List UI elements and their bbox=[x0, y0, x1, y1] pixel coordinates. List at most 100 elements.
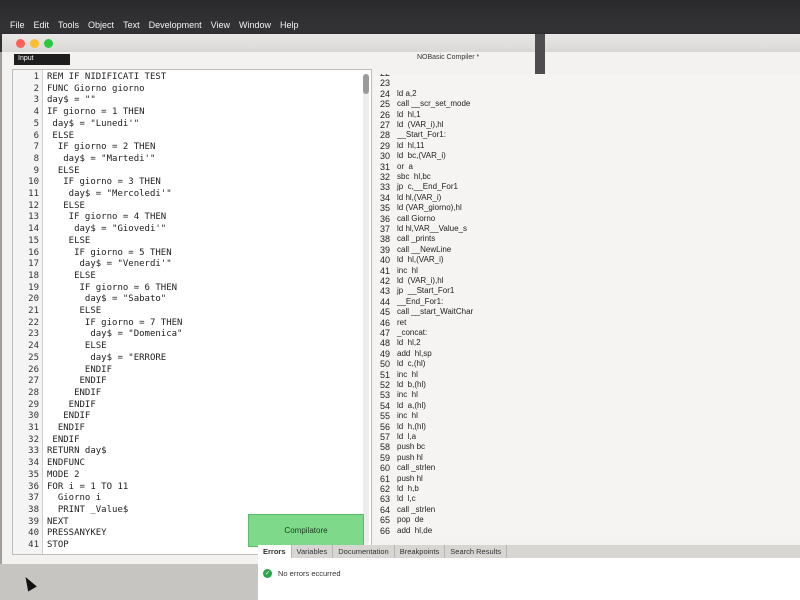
editor-line[interactable]: 30 ENDIF bbox=[13, 411, 363, 422]
output-line-number: 42 bbox=[379, 276, 390, 286]
output-line-number: 52 bbox=[379, 380, 390, 390]
output-line: 27 ld (VAR_i),hl bbox=[374, 120, 444, 131]
editor-line[interactable]: 10 IF giorno = 3 THEN bbox=[13, 177, 363, 188]
menu-item-view[interactable]: View bbox=[211, 20, 239, 30]
menu-item-text[interactable]: Text bbox=[123, 20, 149, 30]
editor-line[interactable]: 22 IF giorno = 7 THEN bbox=[13, 318, 363, 329]
editor-line[interactable]: 36 FOR i = 1 TO 11 bbox=[13, 482, 363, 493]
code-text: ELSE bbox=[47, 235, 91, 246]
editor-line[interactable]: 21 ELSE bbox=[13, 306, 363, 317]
minimize-window-button[interactable] bbox=[30, 39, 39, 48]
tab-documentation[interactable]: Documentation bbox=[333, 545, 395, 558]
editor-scroll-thumb[interactable] bbox=[363, 74, 369, 94]
line-number: 2 bbox=[33, 83, 39, 94]
editor-line[interactable]: 28 ENDIF bbox=[13, 388, 363, 399]
line-number: 21 bbox=[28, 306, 39, 316]
editor-line[interactable]: 34 ENDFUNC bbox=[13, 458, 363, 469]
output-text: inc hl bbox=[397, 411, 418, 421]
editor-line[interactable]: 37 Giorno i bbox=[13, 493, 363, 504]
output-line-number: 51 bbox=[379, 369, 390, 380]
output-line: 42 ld (VAR_i),hl bbox=[374, 276, 444, 287]
editor-line[interactable]: 26 ENDIF bbox=[13, 365, 363, 376]
output-text: ld a,2 bbox=[397, 88, 417, 98]
editor-line[interactable]: 32 ENDIF bbox=[13, 435, 363, 446]
menu-item-help[interactable]: Help bbox=[280, 20, 308, 30]
editor-line[interactable]: 24 ELSE bbox=[13, 341, 363, 352]
code-text: ELSE bbox=[47, 341, 107, 352]
editor-line[interactable]: 19 IF giorno = 6 THEN bbox=[13, 283, 363, 294]
output-line: 34 ld hl,(VAR_i) bbox=[374, 193, 441, 204]
tab-variables[interactable]: Variables bbox=[292, 545, 334, 558]
tab-search-results[interactable]: Search Results bbox=[445, 545, 508, 558]
line-number: 37 bbox=[28, 493, 39, 504]
menu-item-edit[interactable]: Edit bbox=[34, 20, 59, 30]
editor-line[interactable]: 17 day$ = "Venerdi'" bbox=[13, 259, 363, 270]
editor-line[interactable]: 25 day$ = "ERRORE bbox=[13, 353, 363, 364]
editor-line[interactable]: 3 day$ = "" bbox=[13, 95, 363, 106]
output-line-number: 23 bbox=[379, 78, 390, 89]
output-line: 43 jp __Start_For1 bbox=[374, 286, 454, 297]
output-line-number: 54 bbox=[379, 400, 390, 411]
editor-line[interactable]: 11 day$ = "Mercoledi'" bbox=[13, 189, 363, 200]
editor-line[interactable]: 6 ELSE bbox=[13, 131, 363, 142]
editor-line[interactable]: 12 ELSE bbox=[13, 201, 363, 212]
line-number: 11 bbox=[28, 189, 39, 199]
code-text: day$ = "Sabato" bbox=[47, 294, 167, 305]
editor-line[interactable]: 5 day$ = "Lunedi'" bbox=[13, 119, 363, 130]
compile-button[interactable]: Compilatore bbox=[248, 514, 364, 547]
menu-item-tools[interactable]: Tools bbox=[58, 20, 88, 30]
menu-item-window[interactable]: Window bbox=[239, 20, 280, 30]
editor-line[interactable]: 7 IF giorno = 2 THEN bbox=[13, 142, 363, 153]
output-line: 35 ld (VAR_giorno),hl bbox=[374, 203, 462, 214]
code-editor[interactable]: 1 REM IF NIDIFICATI TEST 2 FUNC Giorno gior… bbox=[12, 69, 372, 555]
output-line: 48 ld hl,2 bbox=[374, 338, 421, 349]
tab-breakpoints[interactable]: Breakpoints bbox=[395, 545, 446, 558]
editor-line[interactable]: 27 ENDIF bbox=[13, 376, 363, 387]
splitter-handle[interactable] bbox=[535, 34, 545, 78]
bottom-panel: Errors Variables Documentation Breakpoints S… bbox=[258, 545, 800, 600]
editor-line[interactable]: 8 day$ = "Martedi'" bbox=[13, 154, 363, 165]
output-text: ld h,(hl) bbox=[397, 421, 426, 431]
editor-line[interactable]: 29 ENDIF bbox=[13, 400, 363, 411]
output-line: 33 jp c,__End_For1 bbox=[374, 182, 458, 193]
close-window-button[interactable] bbox=[16, 39, 25, 48]
code-text: ENDIF bbox=[47, 434, 80, 445]
editor-line[interactable]: 15 ELSE bbox=[13, 236, 363, 247]
output-line-number: 58 bbox=[379, 442, 390, 453]
editor-line[interactable]: 33 RETURN day$ bbox=[13, 446, 363, 457]
editor-line[interactable]: 14 day$ = "Giovedi'" bbox=[13, 224, 363, 235]
editor-line[interactable]: 31 ENDIF bbox=[13, 423, 363, 434]
editor-line[interactable]: 2 FUNC Giorno giorno bbox=[13, 84, 363, 95]
code-text: IF giorno = 1 THEN bbox=[47, 107, 145, 118]
output-text: ld hl,(VAR_i) bbox=[397, 255, 444, 265]
code-text: ENDFUNC bbox=[47, 458, 85, 469]
code-text: ENDIF bbox=[47, 411, 91, 422]
editor-line[interactable]: 20 day$ = "Sabato" bbox=[13, 294, 363, 305]
menu-item-file[interactable]: File bbox=[10, 20, 34, 30]
editor-line[interactable]: 13 IF giorno = 4 THEN bbox=[13, 212, 363, 223]
menu-item-development[interactable]: Development bbox=[149, 20, 211, 30]
output-line-number: 29 bbox=[379, 140, 390, 151]
menu-item-object[interactable]: Object bbox=[88, 20, 123, 30]
line-number: 1 bbox=[33, 72, 39, 82]
output-text: __Start_For1: bbox=[397, 130, 446, 140]
line-number: 12 bbox=[28, 200, 39, 211]
output-line-number: 41 bbox=[379, 265, 390, 276]
editor-line[interactable]: 18 ELSE bbox=[13, 271, 363, 282]
editor-line[interactable]: 4 IF giorno = 1 THEN bbox=[13, 107, 363, 118]
editor-line[interactable]: 9 ELSE bbox=[13, 166, 363, 177]
output-line-number: 40 bbox=[379, 255, 390, 266]
zoom-window-button[interactable] bbox=[44, 39, 53, 48]
editor-line[interactable]: 23 day$ = "Domenica" bbox=[13, 329, 363, 340]
editor-line[interactable]: 35 MODE 2 bbox=[13, 470, 363, 481]
editor-line[interactable]: 16 IF giorno = 5 THEN bbox=[13, 248, 363, 259]
assembly-output[interactable]: 222324ld a,225call __scr_set_mode26ld hl… bbox=[374, 74, 800, 540]
editor-scrollbar[interactable] bbox=[363, 74, 369, 544]
output-line-number: 53 bbox=[379, 390, 390, 401]
status-message: No errors eccurred bbox=[278, 569, 341, 578]
output-text: inc hl bbox=[397, 369, 418, 379]
line-number: 33 bbox=[28, 446, 39, 457]
editor-line[interactable]: 1 REM IF NIDIFICATI TEST bbox=[13, 72, 363, 83]
tab-errors[interactable]: Errors bbox=[258, 545, 292, 558]
line-number: 13 bbox=[28, 212, 39, 223]
